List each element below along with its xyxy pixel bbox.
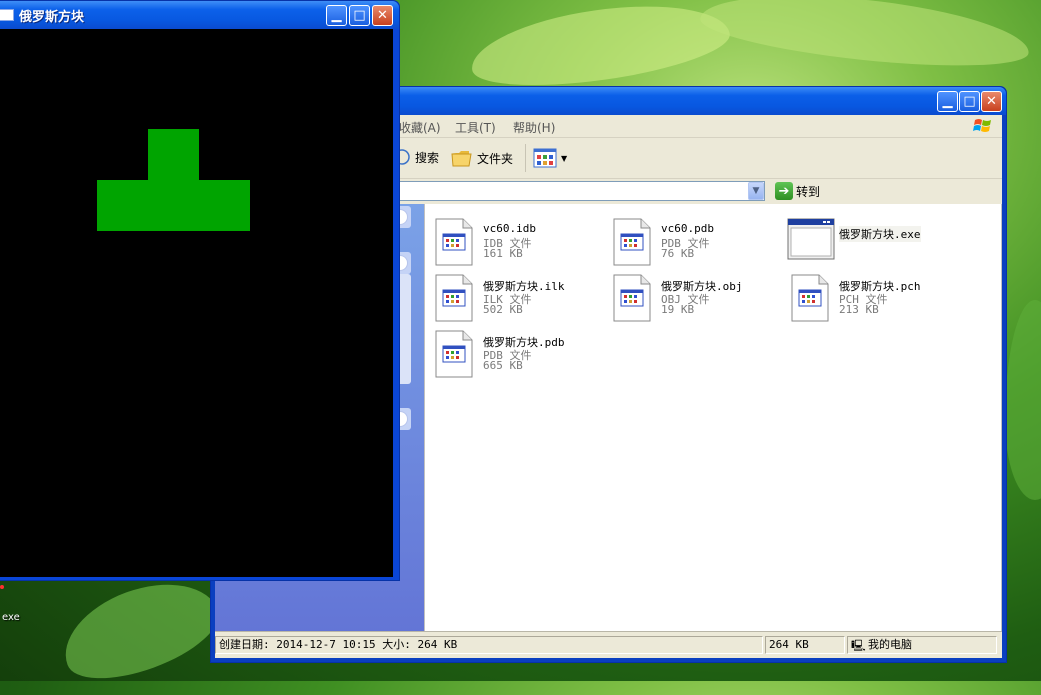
generic-file-icon [791,274,829,322]
status-info: 创建日期: 2014-12-7 10:15 大小: 264 KB [215,636,763,654]
file-size: 76 KB [661,247,695,260]
file-name: 俄罗斯方块.exe [839,226,921,242]
address-dropdown-button[interactable]: ▼ [748,182,764,200]
maximize-button[interactable]: □ [349,5,370,26]
file-size: 665 KB [483,359,523,372]
go-button[interactable]: ➔ 转到 [775,182,820,200]
desktop-icon-marker [0,585,4,589]
close-button[interactable]: ✕ [981,91,1002,112]
file-item[interactable]: 俄罗斯方块.pch PCH 文件 213 KB [791,274,961,324]
tetromino-block [148,180,199,231]
minimize-icon: ▁ [942,94,953,109]
status-location-label: 我的电脑 [868,638,912,651]
generic-file-icon [435,218,473,266]
tetris-board[interactable] [0,29,393,577]
maximize-button[interactable]: □ [959,91,980,112]
minimize-button[interactable]: ▁ [937,91,958,112]
toolbar-separator [525,144,526,172]
file-name: vc60.idb [483,222,536,235]
close-button[interactable]: ✕ [372,5,393,26]
game-titlebar[interactable]: 俄罗斯方块 ▁ □ ✕ [0,1,399,29]
menu-tools[interactable]: 工具(T) [455,119,496,136]
chevron-down-icon: ▼ [561,153,568,163]
file-size: 502 KB [483,303,523,316]
minimize-button[interactable]: ▁ [326,5,347,26]
file-item[interactable]: vc60.pdb PDB 文件 76 KB [613,218,783,268]
file-size: 19 KB [661,303,695,316]
folder-icon [451,151,472,167]
app-icon[interactable] [0,9,14,21]
tetromino-block [148,129,199,180]
search-button[interactable]: 搜索 [399,148,439,166]
desktop-icon-label[interactable]: exe [2,612,20,623]
file-item[interactable]: 俄罗斯方块.pdb PDB 文件 665 KB [435,330,605,380]
menu-help[interactable]: 帮助(H) [513,119,555,136]
file-size: 213 KB [839,303,879,316]
menu-favorites[interactable]: 收藏(A) [399,119,441,136]
go-label: 转到 [796,184,821,199]
generic-file-icon [613,218,651,266]
folders-label: 文件夹 [477,151,514,166]
close-icon: ✕ [986,94,997,109]
computer-icon: 🖳 [851,639,866,652]
windows-logo-icon [973,119,991,132]
search-label: 搜索 [415,150,440,165]
search-icon [399,149,410,165]
chevron-down-icon: ▼ [752,186,760,196]
status-location: 🖳 我的电脑 [847,636,997,654]
folders-button[interactable]: 文件夹 [451,148,513,168]
generic-file-icon [613,274,651,322]
file-item[interactable]: 俄罗斯方块.ilk ILK 文件 502 KB [435,274,605,324]
exe-window-icon [787,218,835,260]
views-button[interactable]: ▼ [533,148,567,168]
file-item[interactable]: 俄罗斯方块.obj OBJ 文件 19 KB [613,274,783,324]
file-name: vc60.pdb [661,222,714,235]
status-bar: 创建日期: 2014-12-7 10:15 大小: 264 KB 264 KB … [215,631,1002,658]
tetromino-block [97,180,148,231]
game-title: 俄罗斯方块 [19,10,85,25]
maximize-icon: □ [353,8,366,23]
close-icon: ✕ [377,8,388,23]
status-size: 264 KB [765,636,845,654]
file-item[interactable]: 俄罗斯方块.exe [787,218,957,268]
game-window: 俄罗斯方块 ▁ □ ✕ [0,0,400,581]
minimize-icon: ▁ [331,8,342,23]
go-arrow-icon: ➔ [775,182,793,200]
tetromino-block [199,180,250,231]
views-icon [533,148,557,168]
file-list: vc60.idb IDB 文件 161 KB vc60.pdb PDB 文件 7… [424,204,1002,632]
generic-file-icon [435,330,473,378]
file-size: 161 KB [483,247,523,260]
maximize-icon: □ [963,94,976,109]
file-item[interactable]: vc60.idb IDB 文件 161 KB [435,218,605,268]
generic-file-icon [435,274,473,322]
